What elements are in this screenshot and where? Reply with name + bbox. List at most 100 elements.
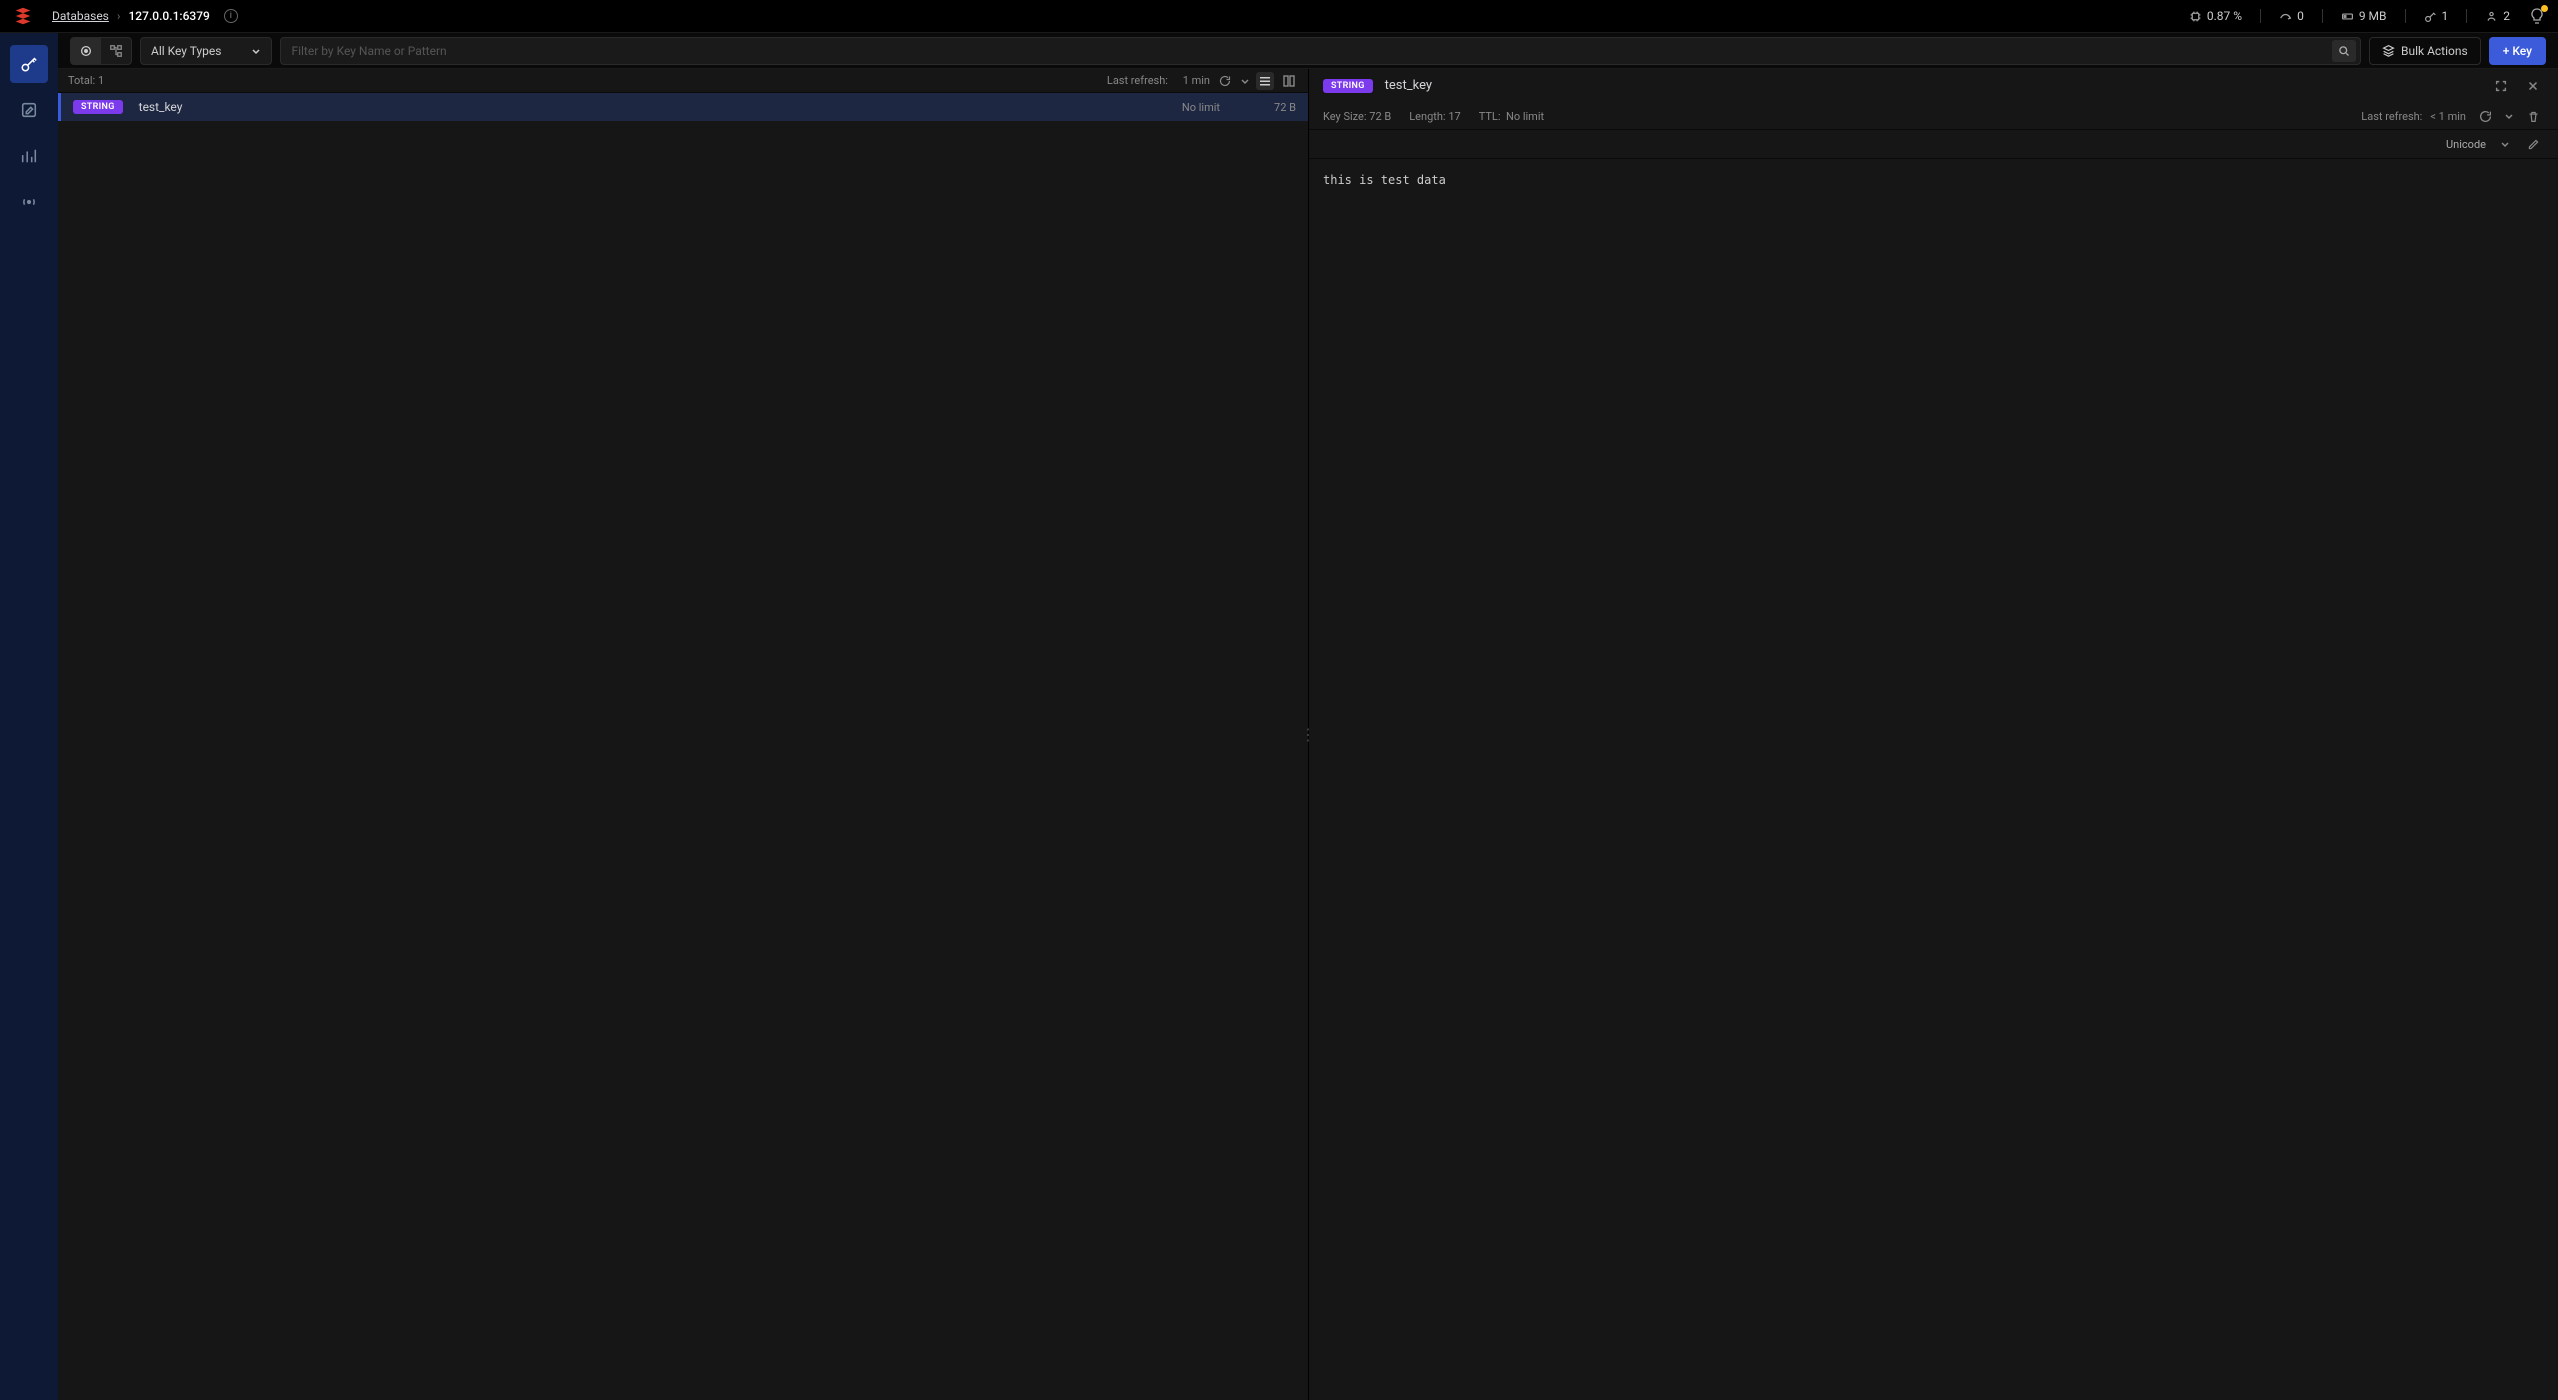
stat-keys-value: 1 bbox=[2442, 9, 2449, 23]
encoding-bar: Unicode bbox=[1309, 129, 2558, 159]
bulk-actions-label: Bulk Actions bbox=[2401, 44, 2468, 58]
ttl-meta: TTL: No limit bbox=[1479, 110, 1544, 123]
connections-icon bbox=[2485, 10, 2498, 23]
chevron-down-icon bbox=[251, 46, 261, 56]
sidebar-item-pubsub[interactable] bbox=[10, 183, 48, 221]
key-icon bbox=[2424, 10, 2437, 23]
columns-icon bbox=[1283, 75, 1295, 87]
stat-commands-value: 0 bbox=[2297, 9, 2304, 23]
stat-cpu: 0.87 % bbox=[2189, 9, 2242, 23]
value-area: this is test data bbox=[1309, 159, 2558, 1400]
key-size-meta: Key Size: 72 B bbox=[1323, 110, 1391, 123]
search-icon bbox=[2338, 45, 2350, 57]
detail-refresh-label: Last refresh: bbox=[2361, 110, 2422, 123]
type-badge: STRING bbox=[73, 100, 123, 114]
key-name: test_key bbox=[139, 100, 183, 114]
close-button[interactable] bbox=[2522, 75, 2544, 97]
detail-panel: STRING test_key Key Size: 72 B Length: 1… bbox=[1309, 69, 2558, 1400]
refresh-icon bbox=[2479, 110, 2492, 123]
layers-icon bbox=[2382, 44, 2395, 57]
tree-view-button[interactable] bbox=[101, 38, 131, 64]
total-label: Total: bbox=[68, 74, 95, 87]
detail-refresh-value: < 1 min bbox=[2430, 110, 2466, 123]
bulk-actions-button[interactable]: Bulk Actions bbox=[2369, 37, 2481, 65]
add-key-label: + Key bbox=[2503, 44, 2532, 58]
breadcrumb-current: 127.0.0.1:6379 bbox=[128, 9, 209, 23]
search-button[interactable] bbox=[2332, 40, 2356, 62]
sidebar-item-browser[interactable] bbox=[10, 45, 48, 83]
search-input[interactable] bbox=[291, 44, 2332, 58]
resize-handle[interactable]: ⋮ bbox=[1304, 723, 1312, 747]
stat-memory: 9 MB bbox=[2341, 9, 2387, 23]
close-icon bbox=[2526, 79, 2540, 93]
encoding-select[interactable]: Unicode bbox=[2446, 138, 2510, 151]
key-ttl: No limit bbox=[1182, 101, 1220, 114]
target-icon bbox=[79, 44, 93, 58]
pencil-icon bbox=[2527, 138, 2540, 151]
stat-sep bbox=[2466, 9, 2467, 23]
type-badge: STRING bbox=[1323, 79, 1373, 93]
chevron-down-icon[interactable] bbox=[2504, 111, 2514, 121]
stat-memory-value: 9 MB bbox=[2359, 9, 2387, 23]
redis-logo bbox=[12, 5, 34, 27]
detail-meta: Key Size: 72 B Length: 17 TTL: No limit … bbox=[1309, 103, 2558, 129]
info-icon[interactable]: i bbox=[224, 9, 238, 23]
detail-header: STRING test_key bbox=[1309, 69, 2558, 103]
main-area: Total: 1 Last refresh: 1 min STRING test… bbox=[58, 69, 2558, 1400]
commands-icon bbox=[2279, 10, 2292, 23]
last-refresh-label: Last refresh: bbox=[1107, 74, 1168, 87]
expand-icon bbox=[2494, 79, 2508, 93]
cpu-icon bbox=[2189, 10, 2202, 23]
view-mode-group bbox=[70, 37, 132, 65]
key-type-filter-label: All Key Types bbox=[151, 44, 221, 58]
stat-sep bbox=[2405, 9, 2406, 23]
length-meta: Length: 17 bbox=[1409, 110, 1460, 123]
sidebar-item-workbench[interactable] bbox=[10, 91, 48, 129]
edit-value-button[interactable] bbox=[2522, 133, 2544, 155]
chevron-down-icon bbox=[2500, 139, 2510, 149]
trash-icon bbox=[2527, 110, 2540, 123]
columns-button[interactable] bbox=[1280, 72, 1298, 90]
edit-icon bbox=[20, 101, 38, 119]
breadcrumb: Databases › 127.0.0.1:6379 i bbox=[52, 9, 238, 23]
refresh-icon bbox=[1219, 75, 1231, 87]
refresh-scan-button[interactable] bbox=[71, 38, 101, 64]
search-container bbox=[280, 37, 2361, 65]
refresh-button[interactable] bbox=[2474, 105, 2496, 127]
detail-key-name: test_key bbox=[1385, 78, 1432, 93]
list-icon bbox=[1259, 75, 1271, 87]
sidebar bbox=[0, 33, 58, 1400]
refresh-button[interactable] bbox=[1216, 72, 1234, 90]
stat-keys: 1 bbox=[2424, 9, 2449, 23]
chevron-down-icon[interactable] bbox=[1240, 76, 1250, 86]
total-count: 1 bbox=[98, 74, 104, 87]
toolbar: All Key Types Bulk Actions + Key bbox=[58, 33, 2558, 69]
delete-button[interactable] bbox=[2522, 105, 2544, 127]
key-row[interactable]: STRING test_key No limit 72 B bbox=[58, 93, 1308, 121]
last-refresh-value: 1 min bbox=[1183, 74, 1210, 87]
stat-sep bbox=[2260, 9, 2261, 23]
memory-icon bbox=[2341, 10, 2354, 23]
stat-cpu-value: 0.87 % bbox=[2207, 9, 2242, 23]
sidebar-item-analysis[interactable] bbox=[10, 137, 48, 175]
key-size: 72 B bbox=[1236, 101, 1296, 114]
tips-icon[interactable] bbox=[2528, 7, 2546, 25]
stat-connections: 2 bbox=[2485, 9, 2510, 23]
key-icon bbox=[20, 55, 38, 73]
tree-icon bbox=[109, 44, 123, 58]
keys-panel-header: Total: 1 Last refresh: 1 min bbox=[58, 69, 1308, 93]
encoding-label: Unicode bbox=[2446, 138, 2486, 151]
breadcrumb-root[interactable]: Databases bbox=[52, 9, 109, 23]
breadcrumb-sep: › bbox=[117, 9, 121, 23]
fullscreen-button[interactable] bbox=[2490, 75, 2512, 97]
add-key-button[interactable]: + Key bbox=[2489, 37, 2546, 65]
top-header: Databases › 127.0.0.1:6379 i 0.87 % 0 9 … bbox=[0, 0, 2558, 33]
key-type-filter[interactable]: All Key Types bbox=[140, 37, 272, 65]
stat-sep bbox=[2322, 9, 2323, 23]
keys-panel: Total: 1 Last refresh: 1 min STRING test… bbox=[58, 69, 1309, 1400]
stat-commands: 0 bbox=[2279, 9, 2304, 23]
list-view-button[interactable] bbox=[1256, 72, 1274, 90]
header-stats: 0.87 % 0 9 MB 1 2 bbox=[2189, 7, 2546, 25]
signal-icon bbox=[20, 193, 38, 211]
chart-icon bbox=[20, 147, 38, 165]
